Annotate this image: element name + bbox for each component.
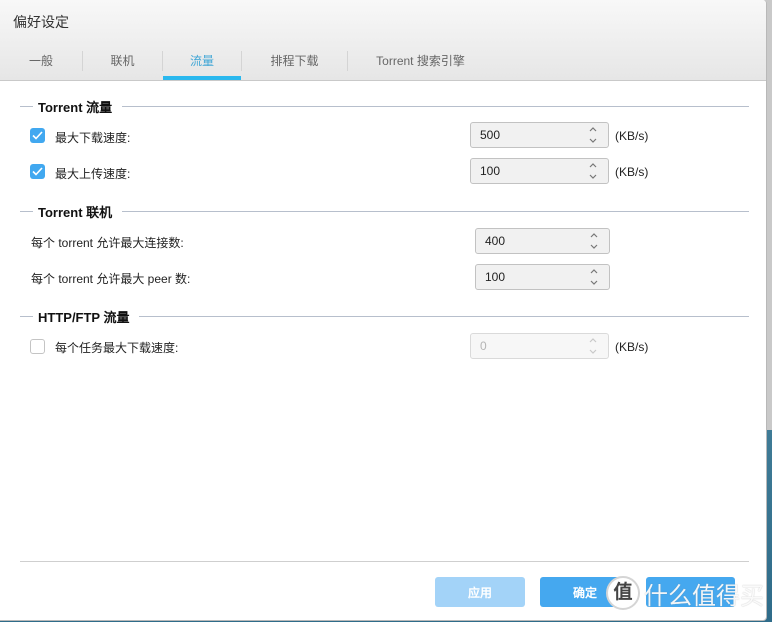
max-task-download-spinner xyxy=(470,333,609,359)
max-download-label: 最大下载速度: xyxy=(55,131,131,145)
section-title: Torrent 联机 xyxy=(38,204,113,220)
max-connections-label: 每个 torrent 允许最大连接数: xyxy=(31,236,184,250)
tab-bar: 一般 联机 流量 排程下载 Torrent 搜索引擎 xyxy=(0,44,493,80)
max-connections-spinner xyxy=(475,228,610,254)
spinner-arrows-icon[interactable] xyxy=(589,232,599,250)
max-peers-row: 每个 torrent 允许最大 peer 数: xyxy=(0,261,766,295)
section-http-ftp-traffic: HTTP/FTP 流量 xyxy=(20,308,749,325)
spinner-arrows-icon[interactable] xyxy=(589,268,599,286)
dialog-title: 偏好设定 xyxy=(13,14,69,30)
dialog-header: 偏好设定 一般 联机 流量 排程下载 Torrent 搜索引擎 xyxy=(0,0,766,81)
max-task-download-checkbox[interactable] xyxy=(30,339,45,354)
max-peers-label: 每个 torrent 允许最大 peer 数: xyxy=(31,272,191,286)
section-torrent-traffic: Torrent 流量 xyxy=(20,98,749,115)
max-download-checkbox[interactable] xyxy=(30,128,45,143)
apply-button[interactable]: 应用 xyxy=(435,577,525,607)
cancel-button[interactable] xyxy=(646,577,735,607)
max-connections-input[interactable] xyxy=(476,229,595,253)
max-download-row: 最大下载速度: (KB/s) xyxy=(0,119,766,153)
max-download-spinner xyxy=(470,122,609,148)
max-upload-spinner xyxy=(470,158,609,184)
max-task-download-label: 每个任务最大下载速度: xyxy=(55,341,179,355)
check-icon xyxy=(32,167,43,176)
tab-traffic[interactable]: 流量 xyxy=(163,44,241,80)
max-upload-unit: (KB/s) xyxy=(615,165,649,179)
max-upload-input[interactable] xyxy=(471,159,590,183)
section-title: Torrent 流量 xyxy=(38,99,113,115)
spinner-arrows-icon[interactable] xyxy=(588,162,598,180)
max-upload-checkbox[interactable] xyxy=(30,164,45,179)
tab-general[interactable]: 一般 xyxy=(0,44,82,80)
max-task-download-row: 每个任务最大下载速度: (KB/s) xyxy=(0,330,766,364)
section-title: HTTP/FTP 流量 xyxy=(38,309,130,325)
section-torrent-connection: Torrent 联机 xyxy=(20,203,749,220)
max-peers-spinner xyxy=(475,264,610,290)
max-peers-input[interactable] xyxy=(476,265,595,289)
max-download-unit: (KB/s) xyxy=(615,129,649,143)
max-task-download-input[interactable] xyxy=(471,334,590,358)
spinner-arrows-icon[interactable] xyxy=(588,337,598,355)
tab-connection[interactable]: 联机 xyxy=(83,44,162,80)
max-upload-label: 最大上传速度: xyxy=(55,167,131,181)
max-connections-row: 每个 torrent 允许最大连接数: xyxy=(0,225,766,259)
ok-button[interactable]: 确定 xyxy=(540,577,630,607)
max-task-download-unit: (KB/s) xyxy=(615,340,649,354)
preferences-dialog: 偏好设定 一般 联机 流量 排程下载 Torrent 搜索引擎 Torrent … xyxy=(0,0,767,621)
footer-divider xyxy=(20,561,749,562)
tab-scheduled-download[interactable]: 排程下载 xyxy=(242,44,347,80)
max-upload-row: 最大上传速度: (KB/s) xyxy=(0,155,766,189)
tab-torrent-search-engine[interactable]: Torrent 搜索引擎 xyxy=(348,44,493,80)
max-download-input[interactable] xyxy=(471,123,590,147)
spinner-arrows-icon[interactable] xyxy=(588,126,598,144)
check-icon xyxy=(32,131,43,140)
